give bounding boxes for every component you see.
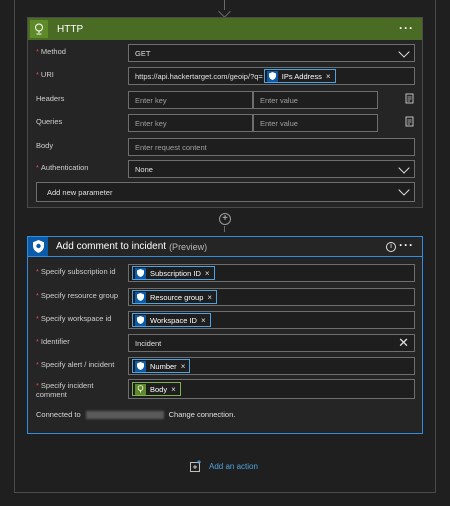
- alert-input[interactable]: Number ×: [128, 357, 415, 375]
- comment-input[interactable]: Body ×: [128, 379, 415, 399]
- headers-value-input[interactable]: Enter value: [253, 91, 378, 109]
- authentication-row: * Authentication None: [36, 160, 415, 178]
- add-comment-header[interactable]: Add comment to incident (Preview) i ···: [28, 237, 422, 257]
- add-comment-title: Add comment to incident: [56, 241, 167, 252]
- method-select[interactable]: GET: [128, 44, 415, 62]
- resource-group-row: * Specify resource group Resource group ×: [36, 288, 415, 306]
- info-icon[interactable]: i: [386, 242, 396, 252]
- authentication-select[interactable]: None: [128, 160, 415, 178]
- workspace-input[interactable]: Workspace ID ×: [128, 311, 415, 329]
- workspace-id-token[interactable]: Workspace ID ×: [132, 313, 211, 327]
- redacted-connection-name: [85, 410, 164, 419]
- subscription-id-token[interactable]: Subscription ID ×: [132, 266, 215, 280]
- queries-value-input[interactable]: Enter value: [253, 114, 378, 132]
- identifier-label: Identifier: [40, 337, 70, 346]
- insert-step-button[interactable]: +: [219, 213, 231, 225]
- switch-to-text-mode-icon[interactable]: [405, 93, 414, 104]
- add-an-action-button[interactable]: Add an action: [190, 460, 258, 472]
- sentinel-icon: [135, 267, 146, 279]
- subscription-input[interactable]: Subscription ID ×: [128, 264, 415, 282]
- method-label: Method: [40, 47, 66, 56]
- remove-token-icon[interactable]: ×: [201, 316, 206, 325]
- workspace-row: * Specify workspace id Workspace ID ×: [36, 311, 415, 329]
- queries-key-input[interactable]: Enter key: [128, 114, 253, 132]
- remove-token-icon[interactable]: ×: [171, 385, 176, 394]
- switch-to-text-mode-icon[interactable]: [405, 116, 414, 127]
- add-action-icon: [190, 460, 202, 472]
- ips-address-token[interactable]: IPs Address ×: [263, 69, 336, 83]
- remove-token-icon[interactable]: ×: [207, 293, 212, 302]
- queries-label: Queries: [36, 117, 63, 126]
- globe-icon: [135, 383, 146, 395]
- authentication-label: Authentication: [40, 163, 89, 172]
- body-input[interactable]: Enter request content: [128, 138, 415, 156]
- method-row: * Method GET: [36, 44, 415, 62]
- add-an-action-label: Add an action: [209, 461, 258, 471]
- globe-icon: [30, 20, 48, 38]
- remove-token-icon[interactable]: ×: [326, 72, 331, 81]
- mid-connector: [224, 226, 225, 232]
- add-new-parameter-select[interactable]: Add new parameter: [36, 182, 415, 202]
- body-token[interactable]: Body ×: [132, 382, 181, 396]
- http-card-title: HTTP: [57, 23, 84, 35]
- resource-group-input[interactable]: Resource group ×: [128, 288, 415, 306]
- headers-key-input[interactable]: Enter key: [128, 91, 253, 109]
- sentinel-icon: [135, 291, 146, 303]
- uri-input[interactable]: https://api.hackertarget.com/geoip/?q= I…: [128, 67, 415, 85]
- chevron-down-icon: [398, 162, 410, 174]
- comment-row: * Specify incident comment Body ×: [36, 379, 415, 403]
- identifier-select[interactable]: Incident ✕: [128, 334, 415, 352]
- identifier-row: * Identifier Incident ✕: [36, 334, 415, 352]
- more-options-icon[interactable]: ···: [399, 21, 414, 35]
- http-card-header[interactable]: HTTP ···: [28, 18, 422, 40]
- queries-row: Queries Enter key Enter value: [36, 114, 414, 132]
- comment-label: Specify incident comment: [36, 381, 94, 399]
- uri-label: URI: [40, 70, 54, 79]
- more-options-icon[interactable]: ···: [399, 238, 414, 252]
- remove-token-icon[interactable]: ×: [205, 269, 210, 278]
- workspace-label: Specify workspace id: [40, 314, 112, 323]
- resource-group-token[interactable]: Resource group ×: [132, 290, 218, 304]
- sentinel-icon: [28, 237, 48, 256]
- change-connection-link[interactable]: Change connection.: [169, 410, 236, 419]
- chevron-down-icon: [398, 46, 410, 58]
- sentinel-icon: [135, 314, 146, 326]
- body-label: Body: [36, 141, 54, 150]
- http-action-card: HTTP ··· * Method GET * URI https://api.ha…: [27, 17, 423, 208]
- resource-group-label: Specify resource group: [40, 291, 119, 300]
- headers-label: Headers: [36, 94, 65, 103]
- clear-icon[interactable]: ✕: [398, 335, 409, 351]
- body-row: Body Enter request content: [36, 138, 415, 156]
- number-token[interactable]: Number ×: [132, 359, 191, 373]
- alert-label: Specify alert / incident: [40, 360, 115, 369]
- remove-token-icon[interactable]: ×: [181, 362, 186, 371]
- sentinel-icon: [135, 360, 146, 372]
- sentinel-icon: [266, 70, 278, 82]
- subscription-row: * Specify subscription id Subscription ID…: [36, 264, 415, 282]
- chevron-down-icon: [398, 184, 410, 196]
- add-comment-card: Add comment to incident (Preview) i ··· …: [27, 236, 423, 434]
- headers-row: Headers Enter key Enter value: [36, 91, 414, 109]
- subscription-label: Specify subscription id: [40, 267, 116, 276]
- alert-row: * Specify alert / incident Number ×: [36, 357, 415, 375]
- uri-row: * URI https://api.hackertarget.com/geoip/…: [36, 67, 415, 85]
- connection-info: Connected to Change connection.: [36, 410, 236, 419]
- preview-tag: (Preview): [169, 241, 208, 252]
